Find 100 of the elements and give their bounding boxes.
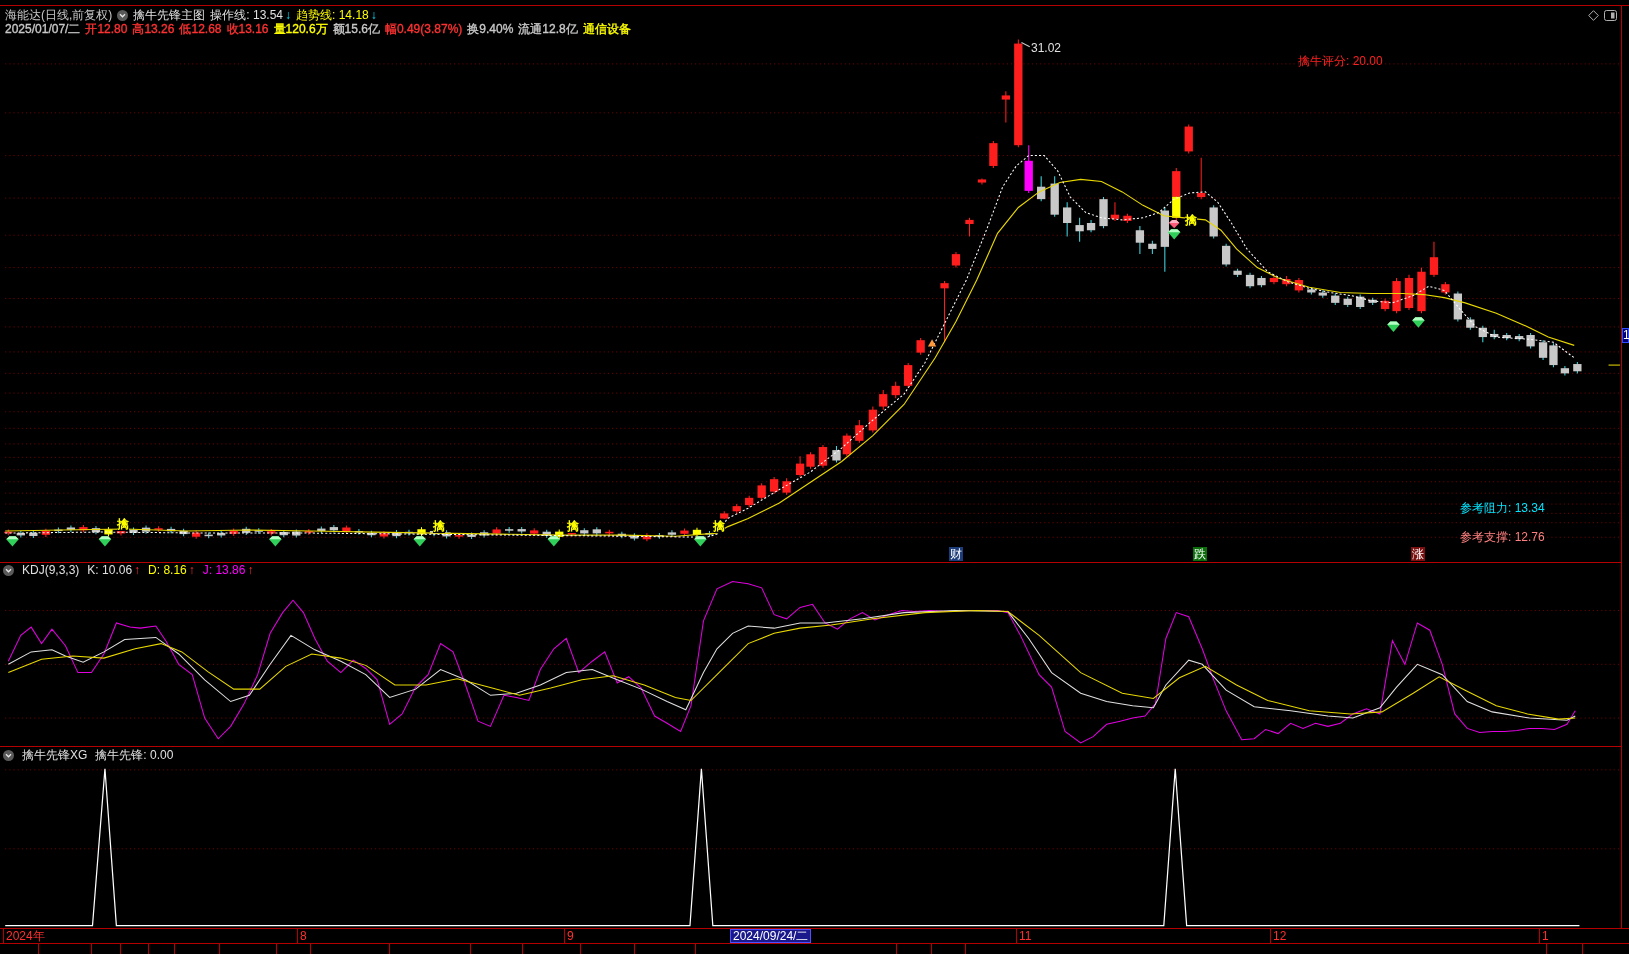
- candlestick: [1441, 281, 1450, 296]
- candlestick: [818, 444, 828, 469]
- candlestick: [479, 529, 489, 539]
- cursor-date-label: 2024/09/24/二: [730, 929, 812, 943]
- candlestick: [1526, 332, 1535, 349]
- candlestick: [79, 524, 88, 533]
- candlestick: [1184, 123, 1193, 155]
- score-label: 擒牛评分: 20.00: [1298, 54, 1383, 68]
- candlestick: [91, 525, 101, 535]
- candlestick: [29, 530, 38, 539]
- candlestick: [732, 503, 741, 514]
- candlestick: [454, 532, 464, 540]
- candlestick: [1318, 289, 1327, 299]
- candlestick: [1075, 217, 1084, 243]
- axis-label: 12: [1270, 929, 1287, 943]
- candlestick: [1269, 274, 1279, 285]
- diamond-outline-icon[interactable]: [1588, 10, 1599, 21]
- dropdown-icon[interactable]: [3, 564, 14, 576]
- indicator-title: KDJ(9,3,3): [22, 563, 80, 577]
- candlestick: [304, 528, 313, 536]
- candlestick: [1050, 175, 1059, 218]
- axis-label: 2024年: [3, 929, 45, 943]
- candlestick: [1392, 277, 1401, 314]
- candlestick: [191, 530, 201, 540]
- candlestick: [1037, 175, 1046, 202]
- quote-field: 开12.80: [85, 23, 128, 36]
- level-marker-line: [1608, 364, 1621, 366]
- candlestick: [842, 433, 852, 457]
- diamond-icon: [269, 536, 282, 547]
- candlestick: [1331, 293, 1340, 306]
- candlestick: [505, 526, 514, 534]
- candlestick: [342, 524, 351, 535]
- diamond-icon: [1167, 229, 1181, 240]
- candlestick: [1380, 298, 1390, 312]
- candlestick: [1307, 286, 1316, 296]
- event-tag: 财: [949, 547, 963, 561]
- candlestick: [1502, 332, 1511, 341]
- signal-label: 擒: [1185, 213, 1197, 227]
- candlestick: [667, 529, 677, 538]
- candlestick: [367, 530, 376, 538]
- quote-field: 量120.6万: [273, 23, 328, 36]
- axis-label: 8: [297, 929, 307, 943]
- candlestick: [642, 532, 652, 542]
- diamond-icon: [1387, 321, 1400, 332]
- candlestick: [129, 527, 138, 536]
- candlestick: [179, 528, 188, 537]
- candlestick: [1417, 267, 1426, 314]
- signal-label: 擒: [433, 519, 445, 533]
- candlestick: [592, 526, 601, 536]
- quote-field: 收13.16: [226, 23, 269, 36]
- candlestick: [1222, 243, 1231, 268]
- candlestick: [705, 530, 714, 538]
- candlestick: [1257, 275, 1266, 288]
- dropdown-icon[interactable]: [117, 10, 129, 21]
- candlestick: [1466, 316, 1475, 331]
- candlestick: [154, 525, 163, 533]
- candlestick: [1453, 290, 1462, 323]
- candlestick: [530, 527, 539, 537]
- candlestick: [940, 280, 949, 343]
- candlestick: [217, 530, 226, 539]
- quote-field: 流通12.8亿: [518, 23, 578, 36]
- candlestick: [720, 510, 729, 522]
- candlestick: [879, 389, 888, 411]
- support-label: 参考支撑: 12.76: [1460, 530, 1545, 544]
- candlestick: [41, 528, 51, 538]
- candlestick: [1160, 206, 1169, 273]
- candlestick: [379, 530, 389, 540]
- diamond-icon: [413, 536, 427, 547]
- candlestick: [1343, 296, 1352, 308]
- candlestick: [292, 528, 301, 539]
- candlestick: [1245, 272, 1255, 289]
- candlestick: [4, 529, 13, 536]
- axis-label: 11: [1016, 929, 1032, 943]
- candlestick: [630, 532, 639, 542]
- diamond-icon: [547, 536, 561, 547]
- indicator-value: J: 13.86 ↑: [202, 563, 254, 577]
- indicator-value: 擒牛先锋: 0.00: [95, 747, 174, 763]
- indicator-value: 操作线: 13.54 ↓: [210, 8, 292, 23]
- price-tag: 1: [1622, 328, 1629, 343]
- candlestick: [467, 531, 476, 540]
- candlestick: [242, 526, 251, 536]
- dropdown-icon[interactable]: [3, 749, 14, 761]
- candlestick: [1490, 329, 1499, 340]
- candlestick: [795, 455, 805, 478]
- candlestick: [951, 251, 961, 269]
- candlestick: [832, 445, 841, 464]
- panel-toggle-icon[interactable]: [1604, 10, 1617, 21]
- candlestick: [891, 381, 900, 399]
- quote-field: 高13.26: [132, 23, 175, 36]
- candlestick: [1172, 167, 1181, 221]
- candlestick: [1209, 204, 1218, 240]
- candlestick: [254, 527, 263, 535]
- candlestick: [1135, 225, 1145, 255]
- quote-field: 幅0.49(3.87%): [384, 23, 463, 36]
- candlestick: [1404, 274, 1414, 311]
- candlestick: [965, 217, 974, 237]
- candlestick: [977, 177, 987, 186]
- candlestick: [317, 526, 326, 534]
- diamond-icon: [694, 536, 707, 547]
- candlestick: [1549, 342, 1558, 368]
